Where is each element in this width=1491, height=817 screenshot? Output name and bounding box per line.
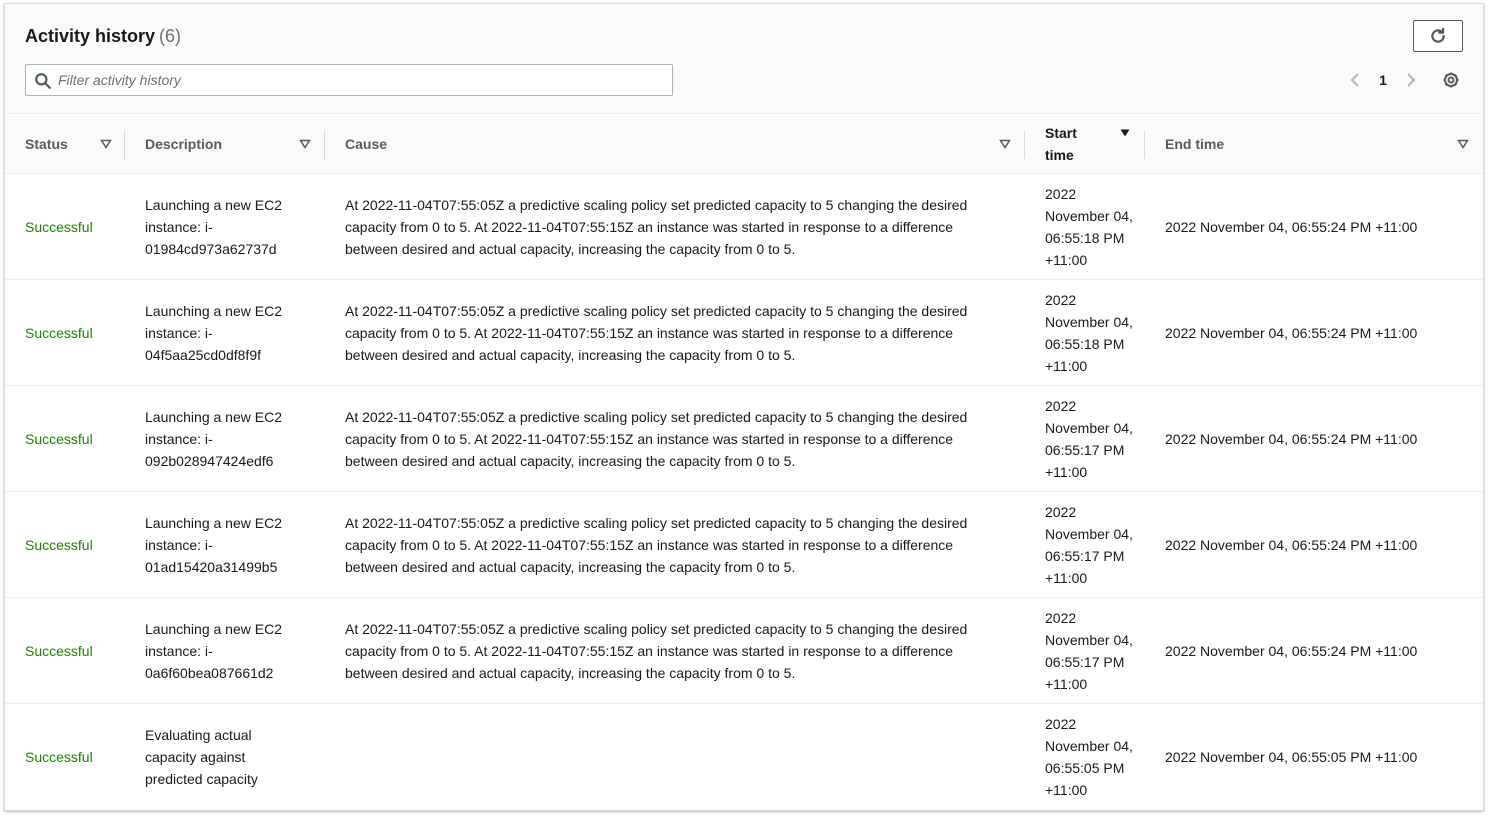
column-label-end-time: End time (1165, 136, 1225, 152)
cause-cell: At 2022-11-04T07:55:05Z a predictive sca… (345, 620, 968, 681)
status-cell: Successful (25, 536, 93, 553)
filter-search (25, 64, 673, 96)
column-header-start-time[interactable]: Start time (1045, 115, 1145, 173)
start-time-cell: 2022 November 04, 06:55:18 PM +11:00 (1045, 291, 1133, 374)
column-label-cause: Cause (345, 136, 388, 152)
cause-cell: At 2022-11-04T07:55:05Z a predictive sca… (345, 302, 968, 363)
description-cell: Launching a new EC2 instance: i-01984cd9… (145, 196, 282, 257)
column-label-description: Description (145, 136, 223, 152)
panel-header: Activity history(6) 1 (5, 4, 1483, 114)
status-cell: Successful (25, 642, 93, 659)
start-time-cell: 2022 November 04, 06:55:05 PM +11:00 (1045, 715, 1133, 798)
end-time-cell: 2022 November 04, 06:55:24 PM +11:00 (1165, 430, 1418, 447)
column-header-status[interactable]: Status (25, 115, 125, 173)
column-header-description[interactable]: Description (145, 115, 325, 173)
previous-page-button[interactable] (1345, 70, 1365, 90)
table-row: Successful Launching a new EC2 instance:… (5, 174, 1483, 280)
cause-cell: At 2022-11-04T07:55:05Z a predictive sca… (345, 514, 968, 575)
status-cell: Successful (25, 430, 93, 447)
start-time-cell: 2022 November 04, 06:55:17 PM +11:00 (1045, 609, 1133, 692)
end-time-cell: 2022 November 04, 06:55:24 PM +11:00 (1165, 642, 1418, 659)
column-resizer[interactable] (1024, 130, 1025, 159)
chevron-left-icon (1350, 73, 1359, 87)
description-cell: Launching a new EC2 instance: i-01ad1542… (145, 514, 282, 575)
column-resizer[interactable] (324, 130, 325, 159)
end-time-cell: 2022 November 04, 06:55:24 PM +11:00 (1165, 536, 1418, 553)
start-time-cell: 2022 November 04, 06:55:17 PM +11:00 (1045, 397, 1133, 480)
start-time-cell: 2022 November 04, 06:55:18 PM +11:00 (1045, 185, 1133, 268)
chevron-right-icon (1407, 73, 1416, 87)
gear-icon[interactable] (1441, 70, 1461, 90)
sort-triangle-icon (1457, 139, 1469, 149)
status-cell: Successful (25, 218, 93, 235)
search-icon (35, 73, 51, 89)
column-header-cause[interactable]: Cause (345, 115, 1025, 173)
sort-triangle-icon (100, 139, 112, 149)
cause-cell (345, 704, 1005, 809)
title-text: Activity history (25, 26, 156, 46)
end-time-cell: 2022 November 04, 06:55:24 PM +11:00 (1165, 324, 1418, 341)
filter-activity-input[interactable] (58, 65, 658, 95)
table-row: Successful Evaluating actual capacity ag… (5, 704, 1483, 810)
cause-cell: At 2022-11-04T07:55:05Z a predictive sca… (345, 196, 968, 257)
refresh-button[interactable] (1413, 20, 1463, 52)
table-row: Successful Launching a new EC2 instance:… (5, 598, 1483, 704)
refresh-icon (1431, 27, 1445, 43)
description-cell: Launching a new EC2 instance: i-0a6f60be… (145, 620, 282, 681)
table-row: Successful Launching a new EC2 instance:… (5, 280, 1483, 386)
end-time-cell: 2022 November 04, 06:55:24 PM +11:00 (1165, 218, 1418, 235)
description-cell: Launching a new EC2 instance: i-04f5aa25… (145, 302, 282, 363)
column-resizer[interactable] (124, 130, 125, 159)
next-page-button[interactable] (1401, 70, 1421, 90)
column-label-start-time: Start time (1045, 125, 1077, 163)
cause-cell: At 2022-11-04T07:55:05Z a predictive sca… (345, 408, 968, 469)
table-row: Successful Launching a new EC2 instance:… (5, 386, 1483, 492)
description-cell: Launching a new EC2 instance: i-092b0289… (145, 408, 282, 469)
activity-history-panel: Activity history(6) 1 (4, 3, 1484, 811)
status-cell: Successful (25, 748, 93, 765)
sort-triangle-icon (299, 139, 311, 149)
current-page-number[interactable]: 1 (1365, 72, 1401, 88)
table-header: Status Description Cause Start time End … (5, 115, 1483, 174)
table-row: Successful Launching a new EC2 instance:… (5, 492, 1483, 598)
column-label-status: Status (25, 136, 68, 152)
description-cell: Evaluating actual capacity against predi… (145, 726, 258, 787)
column-header-end-time[interactable]: End time (1165, 115, 1475, 173)
activity-count: (6) (159, 26, 182, 46)
column-resizer[interactable] (1144, 130, 1145, 159)
sort-triangle-icon (999, 139, 1011, 149)
status-cell: Successful (25, 324, 93, 341)
start-time-cell: 2022 November 04, 06:55:17 PM +11:00 (1045, 503, 1133, 586)
panel-title: Activity history (6) (25, 26, 181, 47)
pagination: 1 (1345, 70, 1421, 90)
sort-descending-icon (1120, 129, 1130, 137)
end-time-cell: 2022 November 04, 06:55:05 PM +11:00 (1165, 748, 1418, 765)
